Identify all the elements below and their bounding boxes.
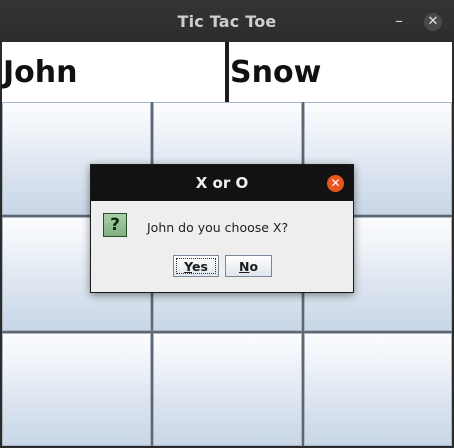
app-window: Tic Tac Toe – ✕ John Snow X or O ✕ ? Joh… [0, 0, 454, 448]
dialog-title: X or O [195, 174, 249, 192]
dialog-title-bar: X or O ✕ [91, 165, 353, 201]
player-one-name: John [3, 54, 78, 90]
close-icon[interactable]: ✕ [424, 13, 442, 31]
player-two-name: Snow [230, 54, 322, 90]
yes-label-rest: es [191, 258, 208, 274]
window-title: Tic Tac Toe [177, 11, 277, 31]
no-label-rest: o [249, 258, 259, 274]
question-icon: ? [103, 213, 127, 237]
board-cell-9[interactable] [304, 333, 452, 446]
yes-mnemonic: Y [184, 258, 192, 274]
board-cell-8[interactable] [153, 333, 302, 446]
no-mnemonic: N [238, 258, 250, 274]
close-icon[interactable]: ✕ [327, 175, 344, 192]
dialog-message: John do you choose X? [147, 220, 289, 235]
board-cell-7[interactable] [2, 333, 151, 446]
choose-symbol-dialog: X or O ✕ ? John do you choose X? Yes No [90, 164, 354, 293]
player-names-header: John Snow [2, 42, 452, 102]
no-button[interactable]: No [225, 255, 272, 277]
yes-button[interactable]: Yes [173, 255, 219, 277]
title-bar: Tic Tac Toe – ✕ [0, 0, 454, 42]
minimize-icon[interactable]: – [391, 12, 407, 30]
